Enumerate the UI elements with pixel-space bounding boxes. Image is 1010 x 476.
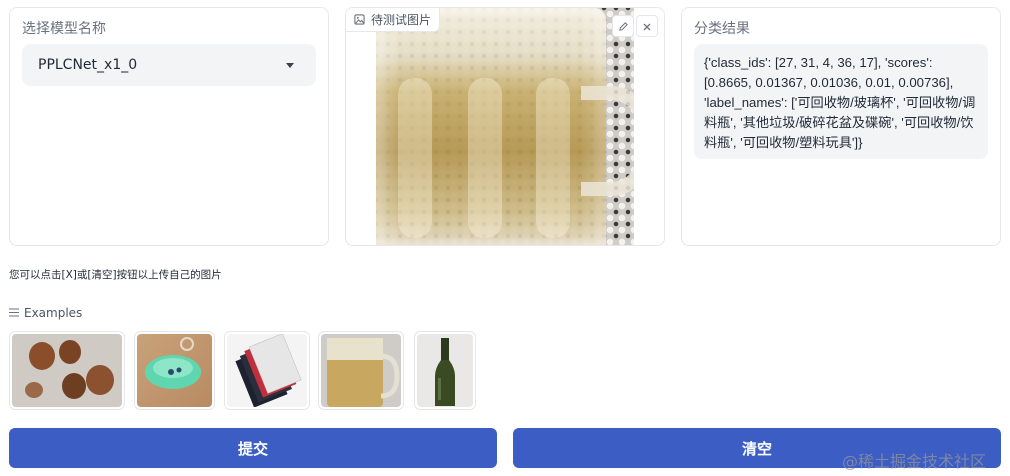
result-label: 分类结果 (694, 21, 750, 37)
image-input-panel: 待测试图片 (345, 7, 665, 246)
model-dropdown[interactable]: PPLCNet_x1_0 (22, 44, 316, 86)
watermark: @稀土掘金技术社区 (842, 452, 987, 471)
examples-header: Examples (9, 306, 82, 320)
image-label-text: 待测试图片 (371, 13, 432, 27)
example-thumbnail-bottle[interactable] (414, 331, 476, 410)
image-label: 待测试图片 (346, 8, 441, 32)
example-thumbnail-bowl[interactable] (134, 331, 215, 410)
model-select-panel: 选择模型名称 PPLCNet_x1_0 (9, 7, 329, 246)
examples-label: Examples (24, 306, 83, 320)
upload-hint: 您可以点击[X]或[清空]按钮以上传自己的图片 (9, 269, 222, 281)
model-dropdown-value: PPLCNet_x1_0 (38, 57, 138, 73)
model-select-label: 选择模型名称 (22, 21, 106, 37)
result-output: {'class_ids': [27, 31, 4, 36, 17], 'scor… (694, 44, 988, 159)
example-thumbnail-onions[interactable] (9, 331, 125, 410)
example-thumbnail-glass[interactable] (318, 331, 404, 410)
pencil-icon (618, 17, 629, 36)
close-icon (642, 17, 652, 36)
image-icon (354, 14, 365, 25)
submit-button[interactable]: 提交 (9, 428, 497, 468)
list-icon (9, 306, 19, 320)
chevron-down-icon (286, 63, 294, 68)
example-thumbnail-cards[interactable] (224, 331, 310, 410)
clear-image-button[interactable] (636, 15, 658, 37)
edit-image-button[interactable] (612, 15, 634, 37)
uploaded-image (376, 8, 634, 245)
classification-result-panel: 分类结果 {'class_ids': [27, 31, 4, 36, 17], … (681, 7, 1001, 246)
